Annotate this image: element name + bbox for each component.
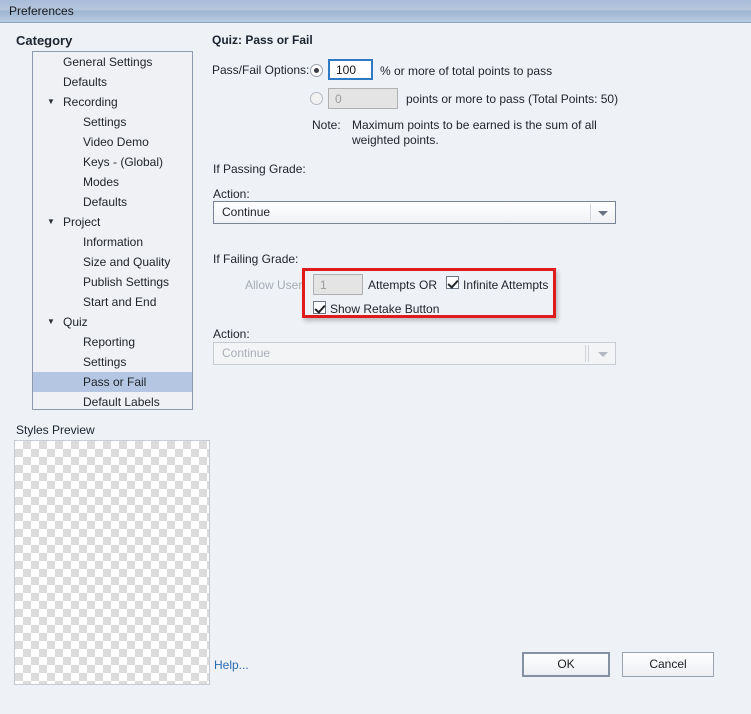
sidebar-item-label: Modes	[83, 175, 119, 189]
sidebar-item-start-and-end[interactable]: Start and End	[33, 292, 192, 312]
sidebar-item-label: Settings	[83, 115, 126, 129]
sidebar-item-video-demo[interactable]: Video Demo	[33, 132, 192, 152]
sidebar-item-reporting[interactable]: Reporting	[33, 332, 192, 352]
failing-action-value: Continue	[222, 343, 270, 364]
sidebar-item-default-labels[interactable]: Default Labels	[33, 392, 192, 410]
sidebar-item-label: Project	[63, 215, 100, 229]
page-title: Quiz: Pass or Fail	[212, 33, 313, 47]
sidebar-item-modes[interactable]: Modes	[33, 172, 192, 192]
sidebar-item-publish-settings[interactable]: Publish Settings	[33, 272, 192, 292]
sidebar-item-label: Keys - (Global)	[83, 155, 163, 169]
failing-action-dropdown[interactable]: Continue	[213, 342, 616, 365]
sidebar-item-label: Size and Quality	[83, 255, 170, 269]
passfail-options-label: Pass/Fail Options:	[212, 63, 309, 77]
category-heading: Category	[16, 33, 72, 48]
sidebar-item-information[interactable]: Information	[33, 232, 192, 252]
passing-action-value: Continue	[222, 202, 270, 223]
dropdown-separator-2	[585, 345, 586, 362]
passing-grade-heading: If Passing Grade:	[213, 162, 306, 176]
ok-button[interactable]: OK	[522, 652, 610, 677]
help-link[interactable]: Help...	[214, 658, 249, 672]
points-radio[interactable]	[310, 92, 323, 105]
sidebar-item-recording[interactable]: ▼ Recording	[33, 92, 192, 112]
expander-triangle-icon[interactable]: ▼	[47, 212, 57, 232]
sidebar-item-pass-or-fail[interactable]: Pass or Fail	[33, 372, 192, 392]
passing-action-label: Action:	[213, 187, 250, 201]
sidebar-item-label: Publish Settings	[83, 275, 169, 289]
dropdown-separator	[588, 345, 589, 362]
highlight-annotation	[302, 268, 556, 318]
sidebar-item-label: Quiz	[63, 315, 88, 329]
expander-triangle-icon[interactable]: ▼	[47, 92, 57, 112]
category-tree[interactable]: General Settings Defaults ▼ Recording Settin…	[32, 51, 193, 410]
sidebar-item-project[interactable]: ▼ Project	[33, 212, 192, 232]
sidebar-item-label: General Settings	[63, 55, 152, 69]
cancel-button[interactable]: Cancel	[622, 652, 714, 677]
percent-radio[interactable]	[310, 64, 323, 77]
sidebar-item-size-and-quality[interactable]: Size and Quality	[33, 252, 192, 272]
sidebar-item-defaults[interactable]: Defaults	[33, 72, 192, 92]
sidebar-item-label: Settings	[83, 355, 126, 369]
allow-user-label: Allow User:	[245, 278, 306, 292]
styles-preview-label: Styles Preview	[16, 423, 95, 437]
expander-triangle-icon[interactable]: ▼	[47, 312, 57, 332]
sidebar-item-label: Default Labels	[83, 395, 160, 409]
note-line-1: Maximum points to be earned is the sum o…	[352, 118, 597, 132]
passing-action-dropdown[interactable]: Continue	[213, 201, 616, 224]
chevron-down-icon	[598, 211, 608, 216]
note-label: Note:	[312, 118, 341, 132]
failing-action-label: Action:	[213, 327, 250, 341]
sidebar-item-label: Start and End	[83, 295, 156, 309]
sidebar-item-label: Defaults	[63, 75, 107, 89]
failing-grade-heading: If Failing Grade:	[213, 252, 298, 266]
sidebar-item-settings[interactable]: Settings	[33, 112, 192, 132]
points-suffix-label: points or more to pass (Total Points: 50…	[406, 92, 618, 106]
note-line-2: weighted points.	[352, 133, 439, 147]
chevron-down-icon	[598, 352, 608, 357]
sidebar-item-label: Pass or Fail	[83, 375, 146, 389]
styles-preview-canvas	[14, 440, 210, 685]
window-titlebar: Preferences	[0, 0, 751, 23]
percent-suffix-label: % or more of total points to pass	[380, 64, 552, 78]
sidebar-item-label: Defaults	[83, 195, 127, 209]
sidebar-item-keys-global[interactable]: Keys - (Global)	[33, 152, 192, 172]
sidebar-item-label: Video Demo	[83, 135, 149, 149]
sidebar-item-settings[interactable]: Settings	[33, 352, 192, 372]
sidebar-item-quiz[interactable]: ▼ Quiz	[33, 312, 192, 332]
sidebar-item-label: Information	[83, 235, 143, 249]
sidebar-item-label: Reporting	[83, 335, 135, 349]
dropdown-separator	[590, 204, 591, 221]
sidebar-item-label: Recording	[63, 95, 118, 109]
points-input[interactable]	[328, 88, 398, 109]
window-title: Preferences	[9, 4, 74, 18]
percent-input[interactable]	[328, 59, 373, 80]
sidebar-item-general-settings[interactable]: General Settings	[33, 52, 192, 72]
sidebar-item-defaults[interactable]: Defaults	[33, 192, 192, 212]
